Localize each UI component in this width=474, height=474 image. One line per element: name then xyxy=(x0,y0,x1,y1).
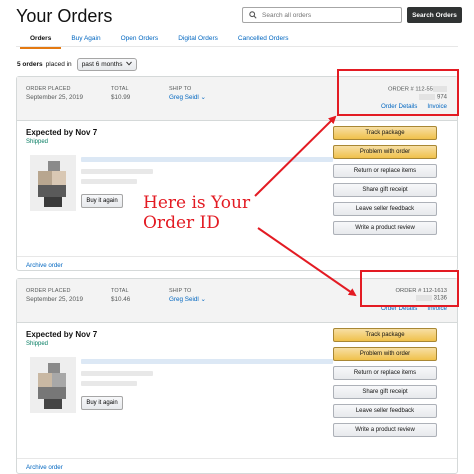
order-total: $10.46 xyxy=(111,296,131,303)
ship-to-col: SHIP TO Greg Seidl ⌄ xyxy=(169,86,206,101)
ship-to-text: Greg Seidl xyxy=(169,296,199,303)
track-package-button[interactable]: Track package xyxy=(333,126,437,140)
annotation-callout: Here is Your Order ID xyxy=(143,193,250,234)
shipment-status: Shipped xyxy=(26,341,49,347)
ship-to-col: SHIP TO Greg Seidl ⌄ xyxy=(169,288,206,303)
leave-seller-feedback-button[interactable]: Leave seller feedback xyxy=(333,404,437,418)
share-gift-receipt-button[interactable]: Share gift receipt xyxy=(333,183,437,197)
redacted-item-line xyxy=(81,169,153,174)
problem-with-order-button[interactable]: Problem with order xyxy=(333,145,437,159)
search-orders-button[interactable]: Search Orders xyxy=(407,7,462,23)
shipment-section: Expected by Nov 7 Shipped Buy it again T… xyxy=(17,323,457,458)
total-label: TOTAL xyxy=(111,86,129,92)
annotation-line-1: Here is Your xyxy=(143,193,251,213)
redacted-item-title xyxy=(81,157,333,162)
thumbnail-pixel xyxy=(38,387,66,399)
order-id-highlight-box xyxy=(360,270,459,307)
chevron-down-icon: ⌄ xyxy=(200,94,206,101)
order-count: 5 orders xyxy=(17,61,43,68)
order-placed-date: September 25, 2019 xyxy=(26,94,84,101)
thumbnail-pixel xyxy=(38,185,66,197)
order-placed-label: ORDER PLACED xyxy=(26,288,71,294)
track-package-button[interactable]: Track package xyxy=(333,328,437,342)
chevron-down-icon xyxy=(125,61,132,68)
write-review-button[interactable]: Write a product review xyxy=(333,221,437,235)
shipment-status: Shipped xyxy=(26,139,49,145)
thumbnail-pixel xyxy=(38,373,52,387)
return-replace-button[interactable]: Return or replace items xyxy=(333,164,437,178)
annotation-line-2: Order ID xyxy=(143,213,220,234)
placed-in-label: placed in xyxy=(45,61,72,68)
thumbnail-pixel xyxy=(48,363,60,373)
search-icon xyxy=(246,8,260,22)
leave-seller-feedback-button[interactable]: Leave seller feedback xyxy=(333,202,437,216)
buy-again-button[interactable]: Buy it again xyxy=(81,396,123,410)
redacted-item-line xyxy=(81,179,137,184)
order-placed-date: September 25, 2019 xyxy=(26,296,84,303)
order-actions: Track package Problem with order Return … xyxy=(333,126,437,235)
redacted-item-title xyxy=(81,359,333,364)
redacted-item-line xyxy=(81,381,137,386)
order-total: $10.99 xyxy=(111,94,131,101)
thumbnail-pixel xyxy=(48,161,60,171)
thumbnail-pixel xyxy=(52,373,66,387)
problem-with-order-button[interactable]: Problem with order xyxy=(333,347,437,361)
ship-to-label: SHIP TO xyxy=(169,288,192,294)
order-total-col: TOTAL $10.46 xyxy=(111,288,130,303)
ship-to-name[interactable]: Greg Seidl ⌄ xyxy=(169,296,206,303)
order-placed-label: ORDER PLACED xyxy=(26,86,71,92)
time-filter-value: past 6 months xyxy=(81,61,123,68)
delivery-estimate: Expected by Nov 7 xyxy=(26,128,98,137)
delivery-estimate: Expected by Nov 7 xyxy=(26,330,98,339)
order-count-line: 5 orders placed in past 6 months xyxy=(17,58,137,71)
thumbnail-pixel xyxy=(44,197,62,207)
order-total-col: TOTAL $10.99 xyxy=(111,86,130,101)
order-id-highlight-box xyxy=(337,69,459,116)
return-replace-button[interactable]: Return or replace items xyxy=(333,366,437,380)
search-field[interactable] xyxy=(242,7,402,23)
redacted-item-line xyxy=(81,371,153,376)
product-thumbnail[interactable] xyxy=(30,357,76,413)
tabs-divider xyxy=(16,46,458,47)
thumbnail-pixel xyxy=(44,399,62,409)
shipment-section: Expected by Nov 7 Shipped Buy it again T… xyxy=(17,121,457,256)
buy-again-button[interactable]: Buy it again xyxy=(81,194,123,208)
share-gift-receipt-button[interactable]: Share gift receipt xyxy=(333,385,437,399)
chevron-down-icon: ⌄ xyxy=(200,296,206,303)
thumbnail-pixel xyxy=(38,171,52,185)
ship-to-name[interactable]: Greg Seidl ⌄ xyxy=(169,94,206,101)
write-review-button[interactable]: Write a product review xyxy=(333,423,437,437)
ship-to-label: SHIP TO xyxy=(169,86,192,92)
order-card: ORDER PLACED September 25, 2019 TOTAL $1… xyxy=(16,278,458,474)
order-placed-col: ORDER PLACED September 25, 2019 xyxy=(26,288,83,303)
search-input[interactable] xyxy=(262,11,392,19)
total-label: TOTAL xyxy=(111,288,129,294)
archive-order-link[interactable]: Archive order xyxy=(17,458,457,474)
product-thumbnail[interactable] xyxy=(30,155,76,211)
order-placed-col: ORDER PLACED September 25, 2019 xyxy=(26,86,83,101)
thumbnail-pixel xyxy=(52,171,66,185)
ship-to-text: Greg Seidl xyxy=(169,94,199,101)
order-actions: Track package Problem with order Return … xyxy=(333,328,437,437)
time-filter-select[interactable]: past 6 months xyxy=(76,58,137,71)
page-title: Your Orders xyxy=(16,6,113,26)
